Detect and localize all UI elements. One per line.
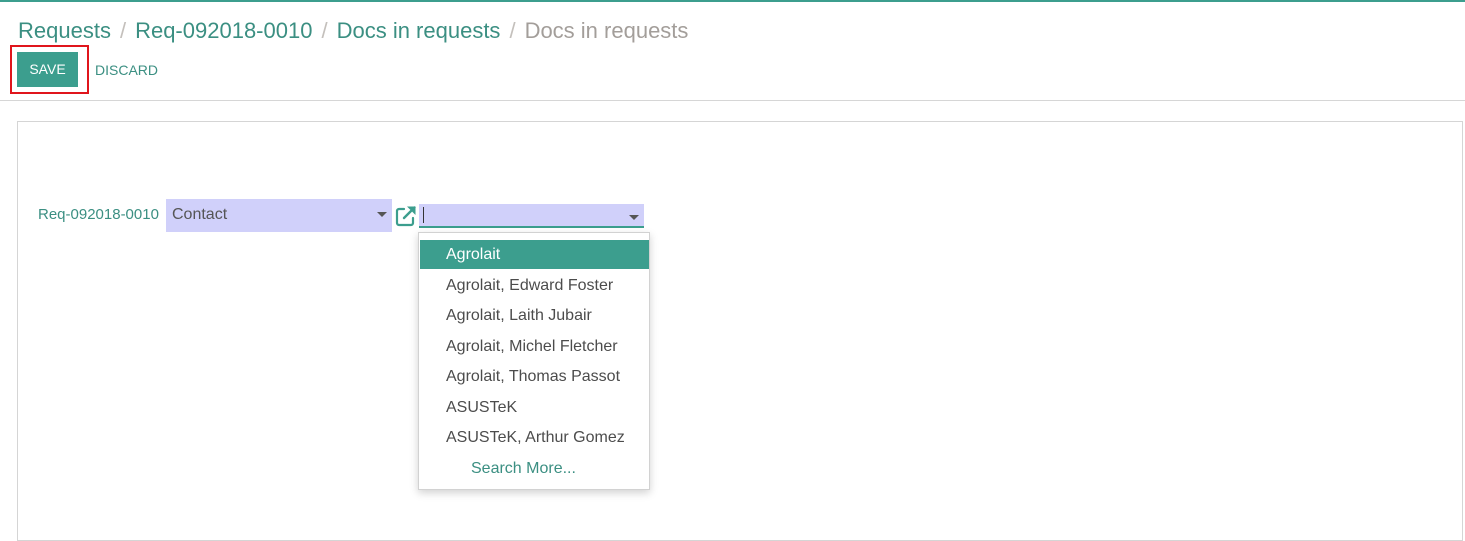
type-select[interactable]: Contact: [166, 199, 392, 232]
form-sheet: [17, 121, 1463, 541]
dropdown-item[interactable]: Agrolait, Michel Fletcher: [420, 332, 649, 361]
dropdown-item[interactable]: Agrolait, Laith Jubair: [420, 301, 649, 330]
dropdown-item[interactable]: Agrolait, Thomas Passot: [420, 362, 649, 391]
breadcrumb-separator: /: [321, 18, 328, 43]
dropdown-item[interactable]: Agrolait, Edward Foster: [420, 271, 649, 300]
type-select-value: Contact: [172, 206, 228, 223]
breadcrumb-separator: /: [509, 18, 516, 43]
caret-down-icon: [377, 212, 387, 217]
external-link-icon[interactable]: [395, 205, 417, 227]
breadcrumb-separator: /: [119, 18, 127, 43]
autocomplete-dropdown: Agrolait Agrolait, Edward Foster Agrolai…: [418, 232, 650, 490]
dropdown-item[interactable]: Agrolait: [420, 240, 649, 269]
partner-input[interactable]: [419, 204, 644, 228]
top-accent-line: [0, 0, 1465, 2]
save-button[interactable]: SAVE: [17, 52, 78, 87]
text-cursor: [423, 207, 424, 223]
breadcrumb-item-docs[interactable]: Docs in requests: [337, 18, 501, 43]
dropdown-item[interactable]: ASUSTeK, Arthur Gomez: [420, 423, 649, 452]
record-link[interactable]: Req-092018-0010: [38, 206, 159, 224]
breadcrumb-item-request[interactable]: Req-092018-0010: [135, 18, 312, 43]
caret-down-icon[interactable]: [629, 215, 639, 220]
header-divider: [0, 100, 1465, 101]
search-more-link[interactable]: Search More...: [420, 454, 649, 483]
discard-button[interactable]: DISCARD: [95, 61, 158, 79]
dropdown-item[interactable]: ASUSTeK: [420, 393, 649, 422]
breadcrumb: Requests / Req-092018-0010 / Docs in request…: [18, 17, 688, 45]
breadcrumb-item-requests[interactable]: Requests: [18, 18, 111, 43]
breadcrumb-current: Docs in requests: [524, 18, 689, 43]
